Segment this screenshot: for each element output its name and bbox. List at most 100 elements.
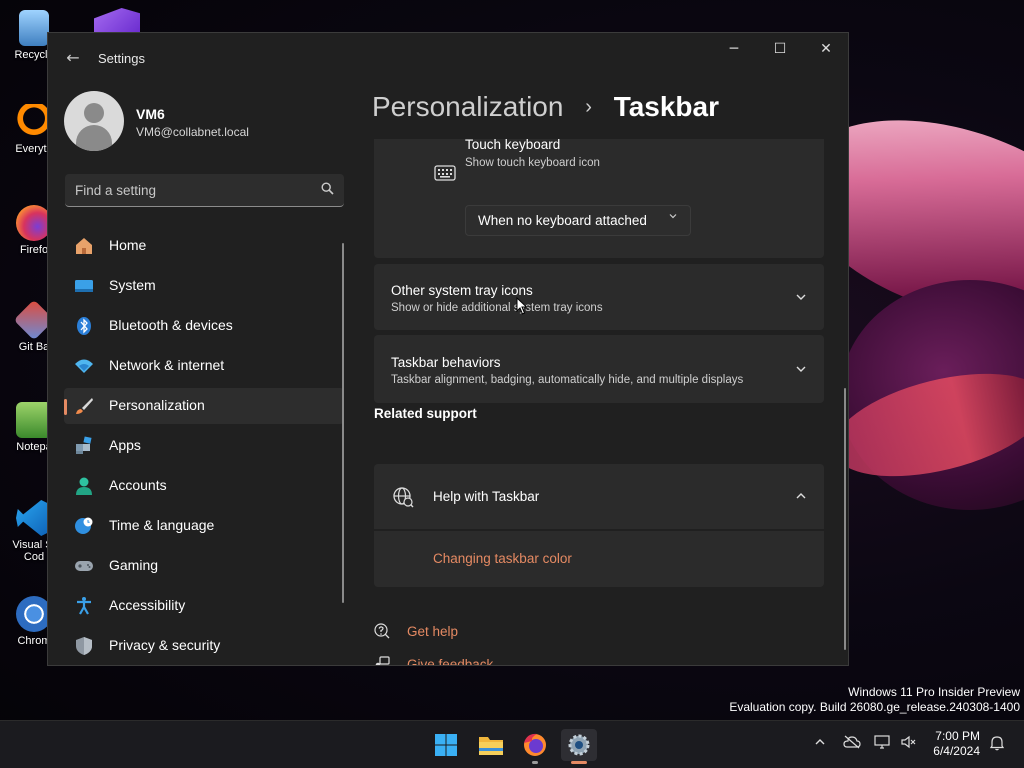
home-icon xyxy=(74,236,94,256)
related-support-heading: Related support xyxy=(374,406,477,421)
keyboard-icon xyxy=(434,165,456,185)
taskbar-behaviors-card[interactable]: Taskbar behaviors Taskbar alignment, bad… xyxy=(374,335,824,403)
file-explorer-icon[interactable] xyxy=(475,729,507,761)
notification-bell-icon[interactable] xyxy=(989,735,1005,755)
chevron-down-icon xyxy=(668,211,678,224)
search-icon[interactable] xyxy=(321,182,334,199)
shield-icon xyxy=(74,636,94,656)
get-help-icon xyxy=(374,623,390,643)
content-scrollbar[interactable] xyxy=(844,388,846,650)
brush-icon xyxy=(74,396,94,416)
sidebar-item-system[interactable]: System xyxy=(64,268,344,304)
breadcrumb-parent[interactable]: Personalization xyxy=(372,91,563,122)
app-active-indicator xyxy=(571,761,587,764)
get-help-row[interactable]: Get help xyxy=(374,621,574,643)
desktop-icon-label: Chrom xyxy=(17,635,51,647)
clock-date: 6/4/2024 xyxy=(933,744,980,758)
help-title: Help with Taskbar xyxy=(433,489,540,504)
touch-keyboard-subtitle: Show touch keyboard icon xyxy=(465,157,600,169)
globe-clock-icon xyxy=(74,516,94,536)
sidebar-item-bluetooth[interactable]: Bluetooth & devices xyxy=(64,308,344,344)
network-icon xyxy=(74,356,94,376)
sidebar-item-label: Network & internet xyxy=(109,357,225,373)
sidebar-item-network[interactable]: Network & internet xyxy=(64,348,344,384)
avatar xyxy=(64,91,124,151)
sidebar-scrollbar[interactable] xyxy=(342,243,344,603)
help-link-changing-color[interactable]: Changing taskbar color xyxy=(433,551,572,566)
title-bar: ← Settings ─ ☐ ✕ xyxy=(48,33,848,83)
chevron-down-icon[interactable] xyxy=(794,290,808,304)
watermark-line: Windows 11 Pro Insider Preview xyxy=(848,685,1020,699)
start-icon[interactable] xyxy=(430,729,462,761)
sidebar-item-label: Accessibility xyxy=(109,597,186,613)
settings-icon[interactable] xyxy=(561,729,597,761)
sidebar-item-label: Personalization xyxy=(109,397,205,413)
sidebar-item-home[interactable]: Home xyxy=(64,228,344,264)
back-button[interactable]: ← xyxy=(62,47,84,69)
help-with-taskbar-header[interactable]: Help with Taskbar xyxy=(374,464,824,529)
minimize-button[interactable]: ─ xyxy=(711,33,757,65)
desktop-icon-label: Git Ba xyxy=(18,341,50,353)
volume-muted-icon[interactable] xyxy=(901,735,917,753)
chevron-up-icon[interactable] xyxy=(794,489,808,503)
sidebar-nav: Home System Bluetooth & devices Network … xyxy=(64,228,344,665)
behaviors-subtitle: Taskbar alignment, badging, automaticall… xyxy=(391,374,744,386)
firefox-icon[interactable] xyxy=(519,729,551,761)
help-with-taskbar-body: Changing taskbar color xyxy=(374,531,824,587)
desktop-icon-label: Firefo xyxy=(19,244,49,256)
user-email: VM6@collabnet.local xyxy=(136,125,249,139)
sidebar-item-label: Time & language xyxy=(109,517,215,533)
sidebar-item-privacy-security[interactable]: Privacy & security xyxy=(64,628,344,664)
sidebar-item-time-language[interactable]: Time & language xyxy=(64,508,344,544)
search-box[interactable] xyxy=(65,174,344,207)
recycle-bin-icon xyxy=(19,10,49,46)
chevron-up-icon[interactable] xyxy=(813,735,827,753)
give-feedback-link[interactable]: Give feedback xyxy=(407,657,493,665)
chevron-right-icon: › xyxy=(585,96,592,118)
system-icon xyxy=(74,276,94,296)
sidebar-item-label: Home xyxy=(109,237,147,253)
clock-time: 7:00 PM xyxy=(935,729,980,743)
sidebar-item-accessibility[interactable]: Accessibility xyxy=(64,588,344,624)
network-status-icon[interactable] xyxy=(874,735,892,753)
tray-icons-title: Other system tray icons xyxy=(391,283,533,298)
gamepad-icon xyxy=(74,556,94,576)
tray-icons-subtitle: Show or hide additional system tray icon… xyxy=(391,302,603,314)
taskbar: 7:00 PM 6/4/2024 xyxy=(0,720,1024,768)
sidebar-item-label: Accounts xyxy=(109,477,167,493)
dropdown-value: When no keyboard attached xyxy=(478,213,647,228)
sidebar-item-label: Gaming xyxy=(109,557,159,573)
sidebar-item-label: System xyxy=(109,277,156,293)
sidebar-item-personalization[interactable]: Personalization xyxy=(64,388,344,424)
touch-keyboard-title: Touch keyboard xyxy=(465,139,561,152)
search-input[interactable] xyxy=(65,174,315,206)
globe-icon xyxy=(392,486,414,512)
accessibility-icon xyxy=(74,596,94,616)
behaviors-title: Taskbar behaviors xyxy=(391,355,501,370)
sidebar-item-accounts[interactable]: Accounts xyxy=(64,468,344,504)
accounts-icon xyxy=(74,476,94,496)
sidebar-item-label: Privacy & security xyxy=(109,637,221,653)
other-tray-icons-card[interactable]: Other system tray icons Show or hide add… xyxy=(374,264,824,330)
settings-window: ← Settings ─ ☐ ✕ VM6 VM6@collabnet.local… xyxy=(47,32,849,666)
evaluation-watermark: Windows 11 Pro Insider Preview Evaluatio… xyxy=(729,685,1020,715)
chevron-down-icon[interactable] xyxy=(794,362,808,376)
user-name: VM6 xyxy=(136,106,165,122)
close-button[interactable]: ✕ xyxy=(803,33,848,65)
get-help-link[interactable]: Get help xyxy=(407,624,458,639)
breadcrumb: Personalization › Taskbar xyxy=(372,91,719,123)
content-pane: Touch keyboard Show touch keyboard icon … xyxy=(374,139,826,665)
sidebar-item-gaming[interactable]: Gaming xyxy=(64,548,344,584)
feedback-icon xyxy=(374,656,390,665)
give-feedback-row[interactable]: Give feedback xyxy=(374,654,574,665)
apps-icon xyxy=(74,436,94,456)
sidebar-item-apps[interactable]: Apps xyxy=(64,428,344,464)
cloud-offline-icon[interactable] xyxy=(843,735,861,753)
window-title: Settings xyxy=(98,51,145,66)
system-clock[interactable]: 7:00 PM 6/4/2024 xyxy=(920,729,980,759)
app-running-indicator xyxy=(532,761,538,764)
maximize-button[interactable]: ☐ xyxy=(757,33,803,65)
page-title: Taskbar xyxy=(613,91,720,122)
touch-keyboard-dropdown[interactable]: When no keyboard attached xyxy=(465,205,691,236)
touch-keyboard-card: Touch keyboard Show touch keyboard icon … xyxy=(374,139,824,258)
